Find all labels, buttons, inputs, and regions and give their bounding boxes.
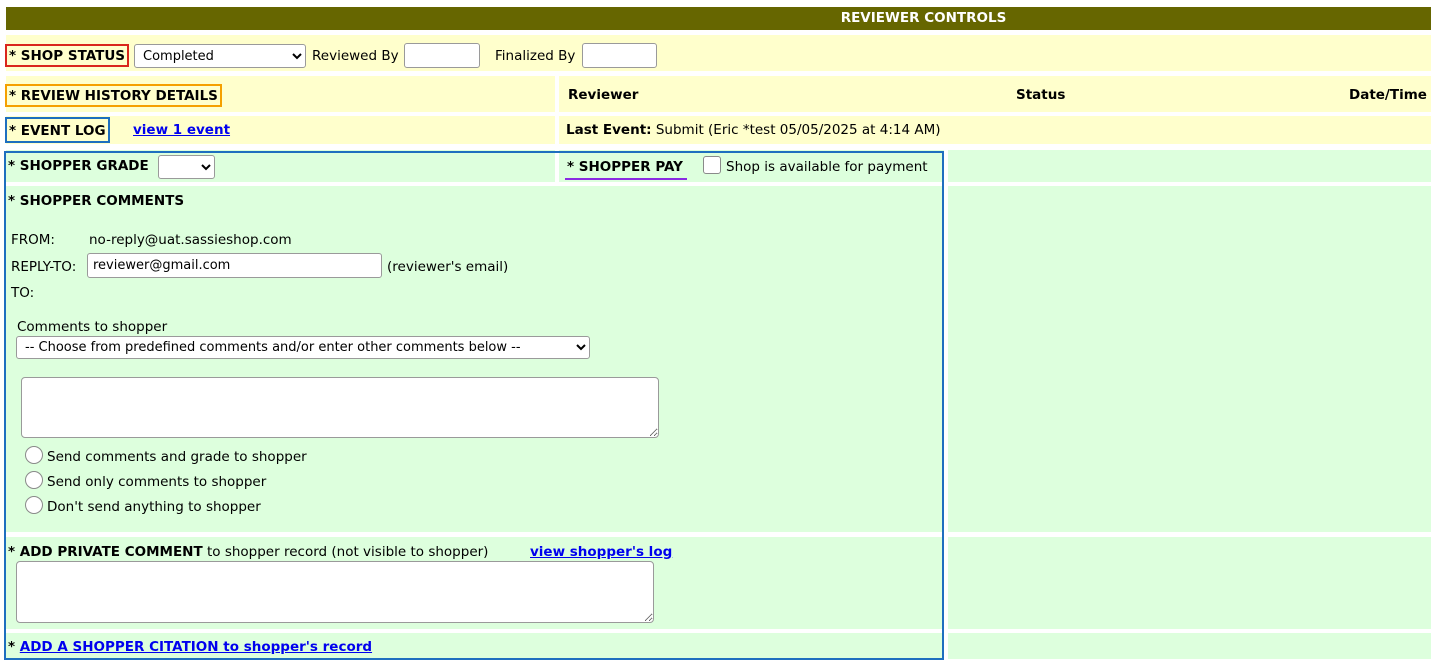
citation-row: * ADD A SHOPPER CITATION to shopper's re… — [8, 638, 372, 656]
shop-available-label: Shop is available for payment — [726, 159, 928, 175]
review-history-right-cell — [559, 76, 1431, 112]
event-log-label: * EVENT LOG — [5, 117, 110, 143]
private-comment-suffix: to shopper record (not visible to shoppe… — [202, 544, 489, 560]
col-reviewer-header: Reviewer — [568, 87, 639, 103]
right-green-private — [948, 537, 1431, 629]
comments-to-shopper-label: Comments to shopper — [17, 319, 168, 335]
shop-available-checkbox[interactable] — [703, 156, 721, 174]
last-event-label: Last Event: — [566, 122, 652, 138]
add-shopper-citation-link[interactable]: ADD A SHOPPER CITATION to shopper's reco… — [20, 639, 372, 655]
view-event-link[interactable]: view 1 event — [133, 121, 230, 139]
radio-send-nothing-label: Don't send anything to shopper — [47, 499, 261, 515]
col-datetime-header: Date/Time — [1349, 87, 1427, 103]
last-event: Last Event: Submit (Eric *test 05/05/202… — [566, 121, 941, 139]
right-green-bottom — [948, 633, 1431, 659]
from-label: FROM: — [11, 232, 55, 248]
private-comment-textarea[interactable] — [16, 561, 654, 623]
shopper-grade-select[interactable] — [158, 155, 215, 179]
comments-to-shopper-textarea[interactable] — [21, 377, 659, 438]
reviewed-by-label: Reviewed By — [312, 48, 399, 64]
right-green-mid — [948, 186, 1431, 532]
header-title: REVIEWER CONTROLS — [840, 10, 1007, 26]
radio-send-only-comments-label: Send only comments to shopper — [47, 474, 267, 490]
shop-status-select[interactable]: Completed — [134, 44, 306, 68]
finalized-by-input[interactable] — [582, 43, 657, 68]
citation-prefix: * — [8, 639, 20, 655]
reply-to-input[interactable] — [87, 253, 382, 278]
reply-to-hint: (reviewer's email) — [387, 259, 509, 275]
radio-send-comments-and-grade-label: Send comments and grade to shopper — [47, 449, 307, 465]
from-value: no-reply@uat.sassieshop.com — [89, 232, 292, 248]
last-event-value: Submit (Eric *test 05/05/2025 at 4:14 AM… — [655, 122, 941, 138]
shopper-comments-label: * SHOPPER COMMENTS — [8, 193, 185, 209]
shop-status-label: * SHOP STATUS — [5, 44, 130, 67]
reviewed-by-input[interactable] — [404, 43, 480, 68]
shopper-grade-label: * SHOPPER GRADE — [8, 158, 149, 174]
radio-send-only-comments[interactable] — [25, 471, 43, 489]
to-label: TO: — [11, 285, 35, 301]
private-comment-heading: * ADD PRIVATE COMMENT to shopper record … — [8, 543, 488, 561]
view-shopper-log-link[interactable]: view shopper's log — [530, 543, 672, 561]
col-status-header: Status — [1016, 87, 1066, 103]
finalized-by-label: Finalized By — [495, 48, 576, 64]
reviewer-controls-header: REVIEWER CONTROLS — [6, 7, 1431, 30]
shopper-pay-label: * SHOPPER PAY — [565, 158, 687, 180]
reply-to-label: REPLY-TO: — [11, 259, 77, 275]
review-history-label: * REVIEW HISTORY DETAILS — [5, 84, 222, 107]
predefined-comments-select[interactable]: -- Choose from predefined comments and/o… — [16, 336, 590, 359]
private-comment-label: * ADD PRIVATE COMMENT — [8, 544, 203, 560]
radio-send-nothing[interactable] — [25, 496, 43, 514]
right-green-top — [948, 150, 1431, 182]
radio-send-comments-and-grade[interactable] — [25, 446, 43, 464]
